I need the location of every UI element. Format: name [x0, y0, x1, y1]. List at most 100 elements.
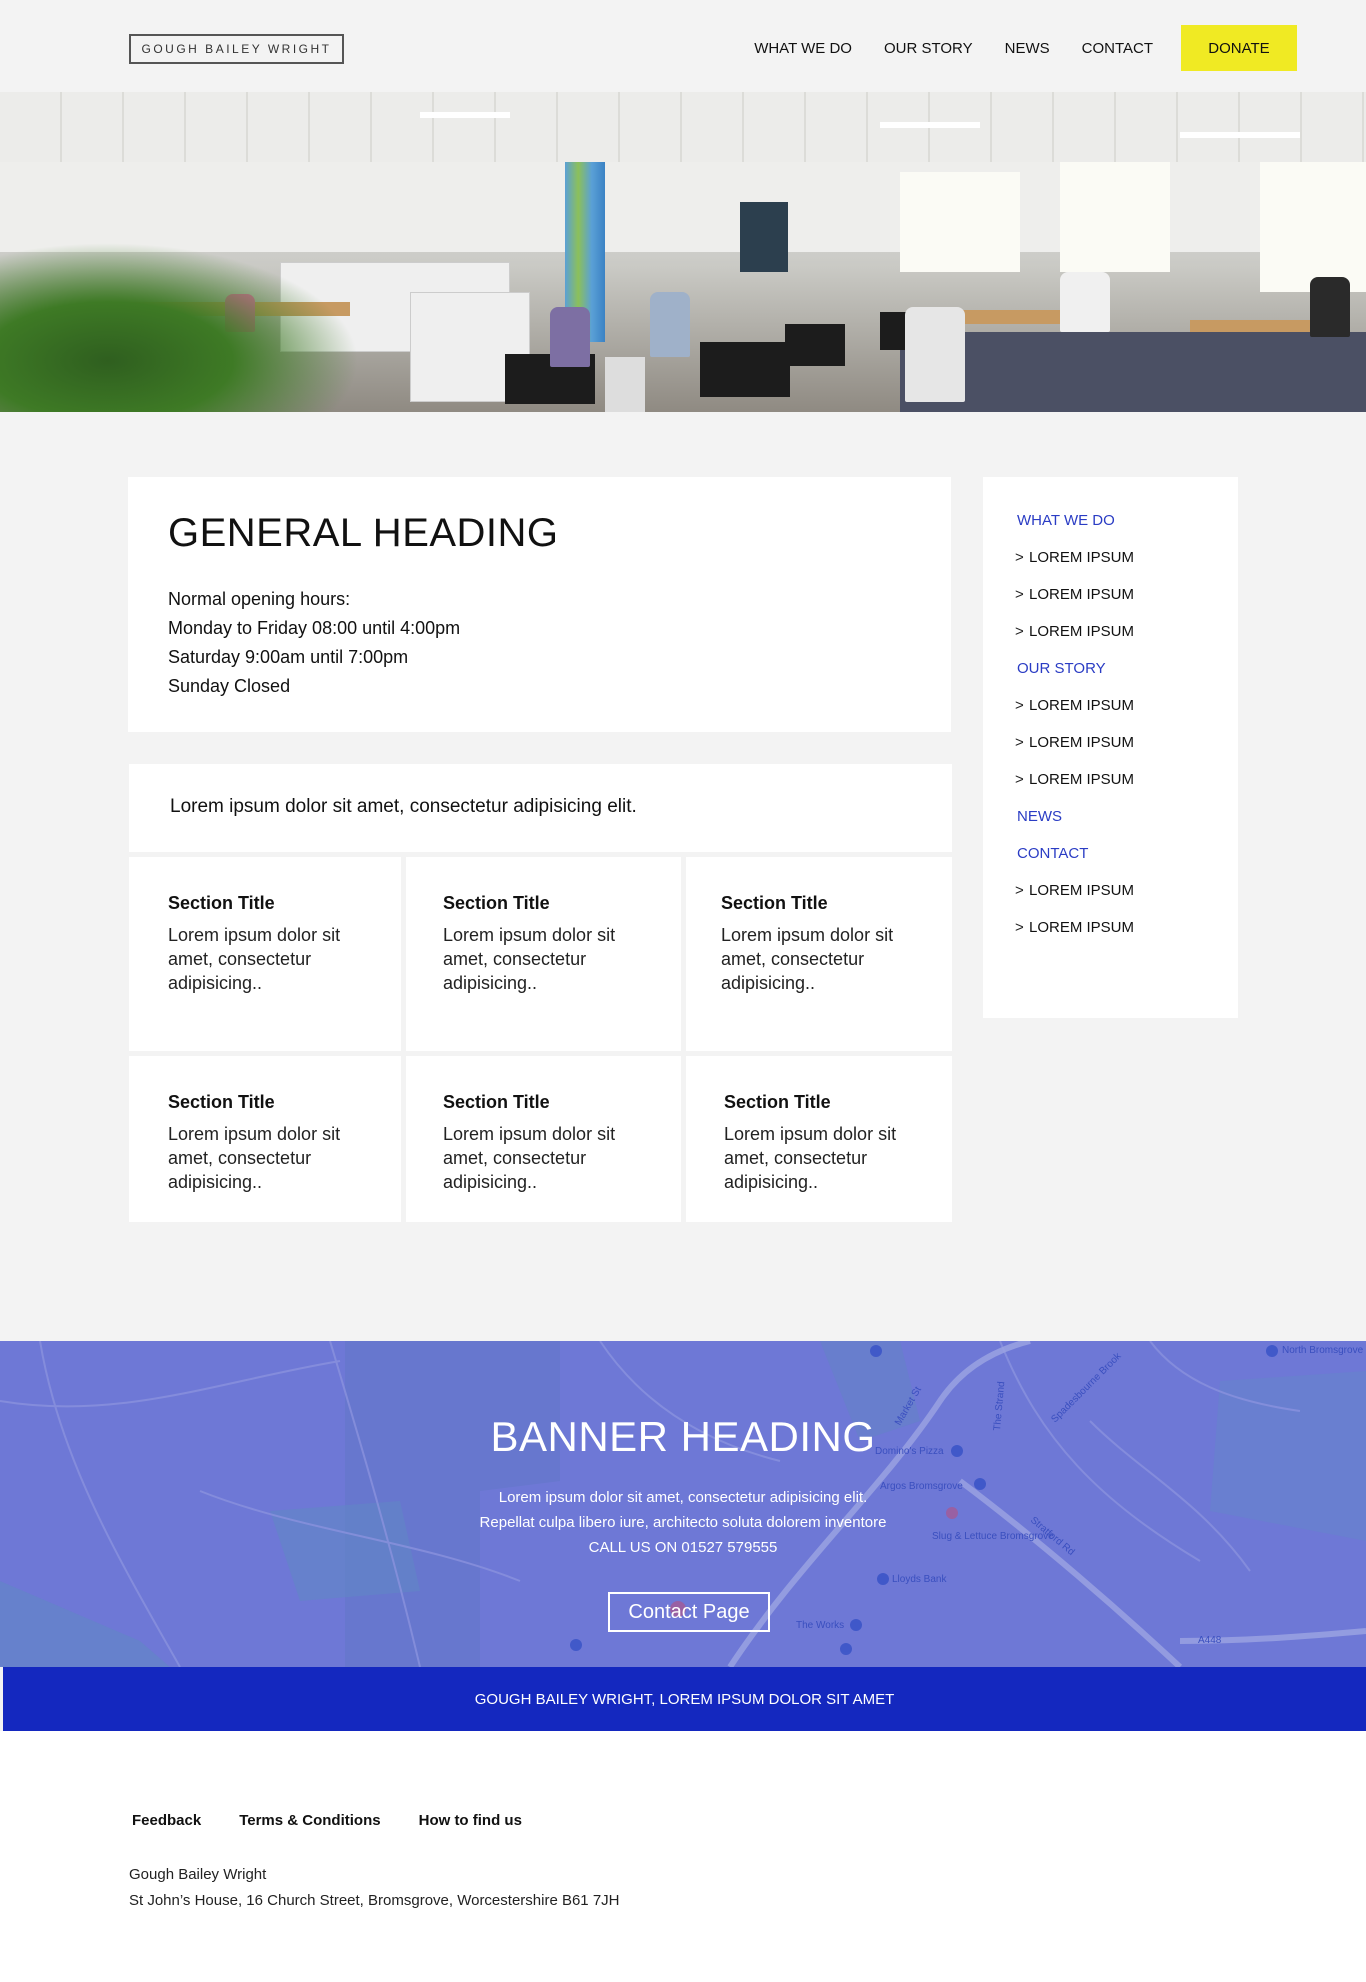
chevron-right-icon: > [1015, 623, 1024, 640]
office-window [1260, 162, 1366, 292]
monitor [700, 342, 790, 397]
chevron-right-icon: > [1015, 586, 1024, 603]
footer-link-terms[interactable]: Terms & Conditions [239, 1812, 380, 1829]
map-label: The Works [796, 1620, 844, 1631]
chevron-right-icon: > [1015, 919, 1024, 936]
banner-text: Lorem ipsum dolor sit amet, consectetur … [0, 1485, 1366, 1560]
sidebar-sub-label: LOREM IPSUM [1029, 623, 1135, 640]
banner-line: Repellat culpa libero iure, architecto s… [479, 1514, 887, 1531]
office-window [1060, 162, 1170, 272]
sidebar-sub-label: LOREM IPSUM [1029, 586, 1135, 603]
section-title: Section Title [168, 1092, 275, 1112]
site-header: GOUGH BAILEY WRIGHT WHAT WE DO OUR STORY… [0, 0, 1366, 92]
sidebar-sub-link[interactable]: > LOREM IPSUM [1015, 918, 1134, 955]
sidebar-section-link[interactable]: NEWS [1017, 807, 1134, 844]
donate-button[interactable]: DONATE [1181, 25, 1297, 71]
office-plant [0, 242, 360, 412]
main-nav: WHAT WE DO OUR STORY NEWS CONTACT DONATE [722, 25, 1297, 71]
section-text: Lorem ipsum dolor sit amet, consectetur … [443, 925, 616, 993]
monitor [785, 324, 845, 366]
address-line: St John’s House, 16 Church Street, Broms… [129, 1892, 620, 1909]
sidebar-sub-link[interactable]: > LOREM IPSUM [1015, 881, 1134, 918]
section-title: Section Title [168, 893, 275, 913]
banner-heading: BANNER HEADING [490, 1413, 876, 1460]
ceiling-light [1180, 132, 1300, 138]
section-tile[interactable]: Section Title Lorem ipsum dolor sit amet… [686, 857, 952, 1051]
general-info-card: GENERAL HEADING Normal opening hours: Mo… [128, 477, 951, 732]
map-banner: Market St The Strand Spadesbourne Brook … [0, 1341, 1366, 1667]
nav-news[interactable]: NEWS [1005, 40, 1050, 57]
sidebar-sub-label: LOREM IPSUM [1029, 697, 1135, 714]
section-tile[interactable]: Section Title Lorem ipsum dolor sit amet… [406, 857, 681, 1051]
site-logo[interactable]: GOUGH BAILEY WRIGHT [129, 34, 344, 64]
section-text: Lorem ipsum dolor sit amet, consectetur … [443, 1124, 616, 1192]
section-tile[interactable]: Section Title Lorem ipsum dolor sit amet… [686, 1056, 952, 1222]
sidebar-sub-link[interactable]: > LOREM IPSUM [1015, 548, 1134, 585]
sidebar-nav: WHAT WE DO > LOREM IPSUM > LOREM IPSUM > LOREM… [983, 477, 1238, 1018]
section-title: Section Title [443, 893, 550, 913]
person [650, 292, 690, 357]
footer-bar: GOUGH BAILEY WRIGHT, LOREM IPSUM DOLOR S… [3, 1667, 1366, 1731]
chevron-right-icon: > [1015, 882, 1024, 899]
sidebar-sub-link[interactable]: > LOREM IPSUM [1015, 696, 1134, 733]
section-text: Lorem ipsum dolor sit amet, consectetur … [724, 1124, 897, 1192]
map-label: A448 [1198, 1635, 1222, 1646]
sidebar-sub-label: LOREM IPSUM [1029, 549, 1135, 566]
footer-address: Gough Bailey Wright St John’s House, 16 … [129, 1862, 620, 1914]
section-tile[interactable]: Section Title Lorem ipsum dolor sit amet… [129, 857, 401, 1051]
address-line: Gough Bailey Wright [129, 1866, 267, 1883]
nav-what-we-do[interactable]: WHAT WE DO [754, 40, 852, 57]
intro-card: Lorem ipsum dolor sit amet, consectetur … [129, 764, 952, 852]
footer-link-find-us[interactable]: How to find us [419, 1812, 522, 1829]
hours-line: Sunday Closed [168, 676, 291, 696]
intro-text: Lorem ipsum dolor sit amet, consectetur … [170, 796, 637, 817]
nav-contact[interactable]: CONTACT [1082, 40, 1153, 57]
office-window [900, 172, 1020, 272]
person [905, 307, 965, 402]
chevron-right-icon: > [1015, 771, 1024, 788]
section-tile[interactable]: Section Title Lorem ipsum dolor sit amet… [406, 1056, 681, 1222]
section-text: Lorem ipsum dolor sit amet, consectetur … [721, 925, 894, 993]
chevron-right-icon: > [1015, 734, 1024, 751]
chevron-right-icon: > [1015, 549, 1024, 566]
map-label: Lloyds Bank [892, 1574, 947, 1585]
hours-line: Monday to Friday 08:00 until 4:00pm [168, 618, 461, 638]
blackboard [740, 202, 788, 272]
opening-hours: Normal opening hours: Monday to Friday 0… [168, 585, 460, 701]
person [1310, 277, 1350, 337]
hero-ceiling [0, 92, 1366, 162]
map-label: North Bromsgrove School And Sixth [1282, 1345, 1366, 1356]
contact-page-button[interactable]: Contact Page [608, 1592, 770, 1632]
sidebar-section-link[interactable]: WHAT WE DO [1017, 511, 1134, 548]
person [550, 307, 590, 367]
nav-our-story[interactable]: OUR STORY [884, 40, 973, 57]
sidebar-sub-label: LOREM IPSUM [1029, 771, 1135, 788]
sidebar-sub-label: LOREM IPSUM [1029, 734, 1135, 751]
sidebar-sub-link[interactable]: > LOREM IPSUM [1015, 585, 1134, 622]
general-heading: GENERAL HEADING [168, 511, 559, 555]
sidebar-sub-link[interactable]: > LOREM IPSUM [1015, 622, 1134, 659]
hours-line: Saturday 9:00am until 7:00pm [168, 647, 409, 667]
person [1060, 272, 1110, 332]
chevron-right-icon: > [1015, 697, 1024, 714]
section-title: Section Title [721, 893, 828, 913]
banner-line: Lorem ipsum dolor sit amet, consectetur … [498, 1489, 868, 1506]
monitor [605, 357, 645, 412]
sidebar-section-link[interactable]: CONTACT [1017, 844, 1134, 881]
banner-phone[interactable]: CALL US ON 01527 579555 [0, 1535, 1366, 1560]
section-title: Section Title [443, 1092, 550, 1112]
hero-office-image [0, 92, 1366, 412]
sidebar-list: WHAT WE DO > LOREM IPSUM > LOREM IPSUM > LOREM… [1015, 511, 1134, 955]
section-tile[interactable]: Section Title Lorem ipsum dolor sit amet… [129, 1056, 401, 1222]
ceiling-light [420, 112, 510, 118]
office-floor [900, 332, 1366, 412]
footer-area [0, 1731, 1366, 1982]
sidebar-section-link[interactable]: OUR STORY [1017, 659, 1134, 696]
section-text: Lorem ipsum dolor sit amet, consectetur … [168, 925, 341, 993]
sidebar-sub-link[interactable]: > LOREM IPSUM [1015, 770, 1134, 807]
footer-link-feedback[interactable]: Feedback [132, 1812, 201, 1829]
hours-line: Normal opening hours: [168, 589, 351, 609]
sidebar-sub-label: LOREM IPSUM [1029, 882, 1135, 899]
sidebar-sub-link[interactable]: > LOREM IPSUM [1015, 733, 1134, 770]
sidebar-sub-label: LOREM IPSUM [1029, 919, 1135, 936]
